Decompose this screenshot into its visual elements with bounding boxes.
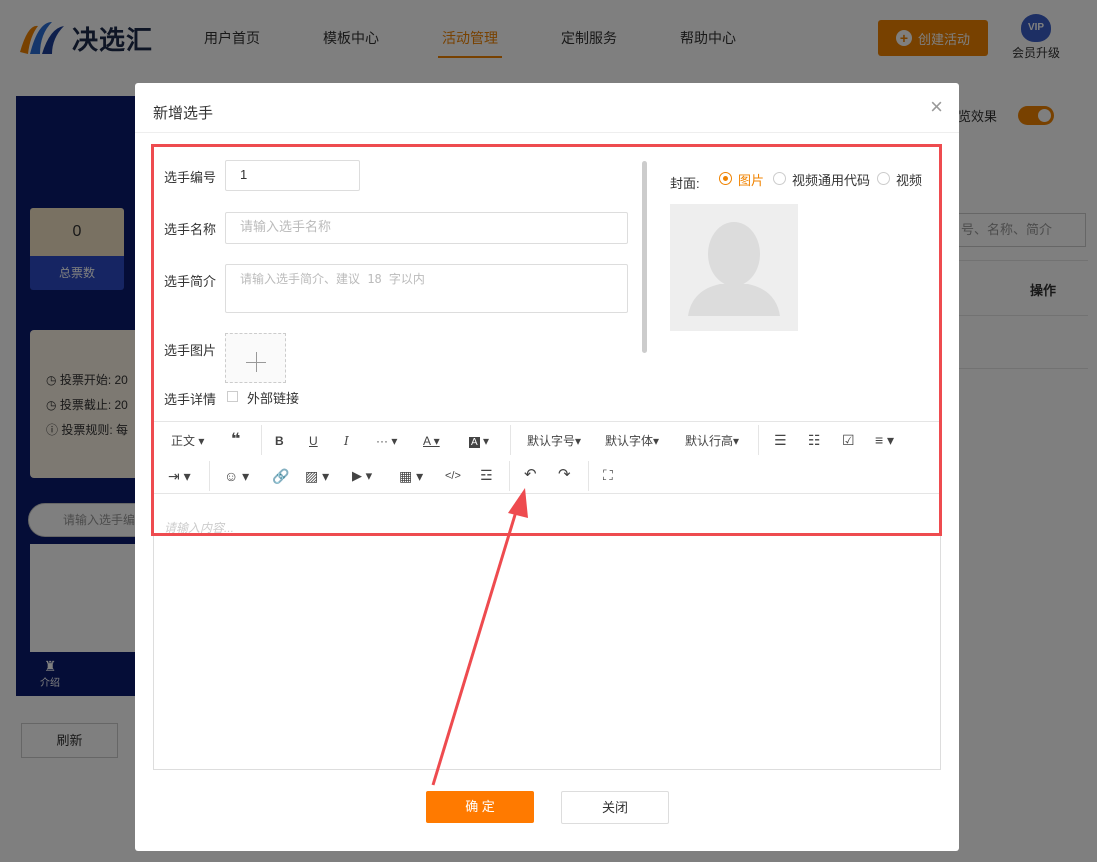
paragraph-dropdown[interactable]: 正文 ▾ [171,433,204,449]
player-number-label: 选手编号 [164,170,217,185]
background-color-icon[interactable]: A ▾ [469,433,489,451]
code-icon[interactable]: </> [445,468,461,484]
bulleted-list-icon[interactable]: ☰ [774,432,787,448]
form-scrollbar[interactable] [642,161,647,353]
external-link-label: 外部链接 [247,391,300,406]
player-name-input[interactable]: 请输入选手名称 [225,212,628,244]
indent-icon[interactable]: ⇥ ▾ [168,468,191,484]
font-color-icon[interactable]: A ▾ [423,433,440,449]
toolbar-separator [510,425,511,455]
align-icon[interactable]: ≡ ▾ [875,432,894,448]
fullscreen-icon[interactable]: ⛶ [603,467,613,483]
emoji-icon[interactable]: ☺ ▾ [224,468,249,484]
player-detail-label: 选手详情 [164,392,217,407]
font-family-dropdown[interactable]: 默认字体▾ [605,433,659,449]
font-size-dropdown[interactable]: 默认字号▾ [527,433,581,449]
player-name-label: 选手名称 [164,222,217,237]
more-format-icon[interactable]: ··· ▾ [376,433,397,449]
cover-video-code-radio[interactable] [773,172,786,185]
divider [135,132,959,133]
quote-icon[interactable]: ❝ [231,432,240,448]
cover-video-radio[interactable] [877,172,890,185]
cover-placeholder-image[interactable] [670,204,798,331]
todo-checkbox-icon[interactable]: ☑ [842,432,855,448]
bold-icon[interactable]: B [275,433,284,449]
player-number-input[interactable]: 1 [225,160,360,191]
confirm-button[interactable]: 确 定 [426,791,534,823]
toolbar-separator [509,461,510,491]
line-height-dropdown[interactable]: 默认行高▾ [685,433,739,449]
external-link-checkbox[interactable] [227,391,238,402]
numbered-list-icon[interactable]: ☷ [808,432,821,448]
image-upload-button[interactable] [225,333,286,383]
editor-placeholder: 请输入内容... [164,521,235,535]
close-icon[interactable]: × [930,96,943,118]
player-intro-textarea[interactable]: 请输入选手简介、建议 18 字以内 [225,264,628,313]
player-image-label: 选手图片 [164,343,217,358]
link-icon[interactable]: 🔗 [272,468,289,484]
editor-toolbar: 正文 ▾ ❝ B U I ··· ▾ A ▾ A ▾ 默认字号▾ 默认字体▾ 默… [153,421,941,494]
rich-text-editor[interactable] [153,494,941,770]
cover-image-radio[interactable] [719,172,732,185]
undo-icon[interactable]: ↶ [524,467,537,483]
toolbar-separator [209,461,210,491]
redo-icon[interactable]: ↷ [558,467,571,483]
divider-line-icon[interactable]: ☲ [480,467,493,483]
close-button[interactable]: 关闭 [561,791,669,824]
cover-video-code-label: 视频通用代码 [792,173,871,188]
player-intro-label: 选手简介 [164,274,217,289]
toolbar-separator [758,425,759,455]
cover-label: 封面: [670,176,700,191]
cover-video-label: 视频 [896,173,923,188]
user-silhouette-icon [688,222,780,316]
toolbar-separator [261,425,262,455]
underline-icon[interactable]: U [309,433,318,449]
italic-icon[interactable]: I [344,433,349,449]
modal-title: 新增选手 [153,105,214,122]
video-icon[interactable]: ▶ ▾ [352,468,372,484]
image-icon[interactable]: ▨ ▾ [305,468,329,484]
add-player-modal: 新增选手 × 选手编号 1 选手名称 请输入选手名称 选手简介 请输入选手简介、… [135,83,959,851]
table-icon[interactable]: ▦ ▾ [399,468,423,484]
cover-image-label: 图片 [738,173,765,188]
toolbar-separator [588,461,589,491]
